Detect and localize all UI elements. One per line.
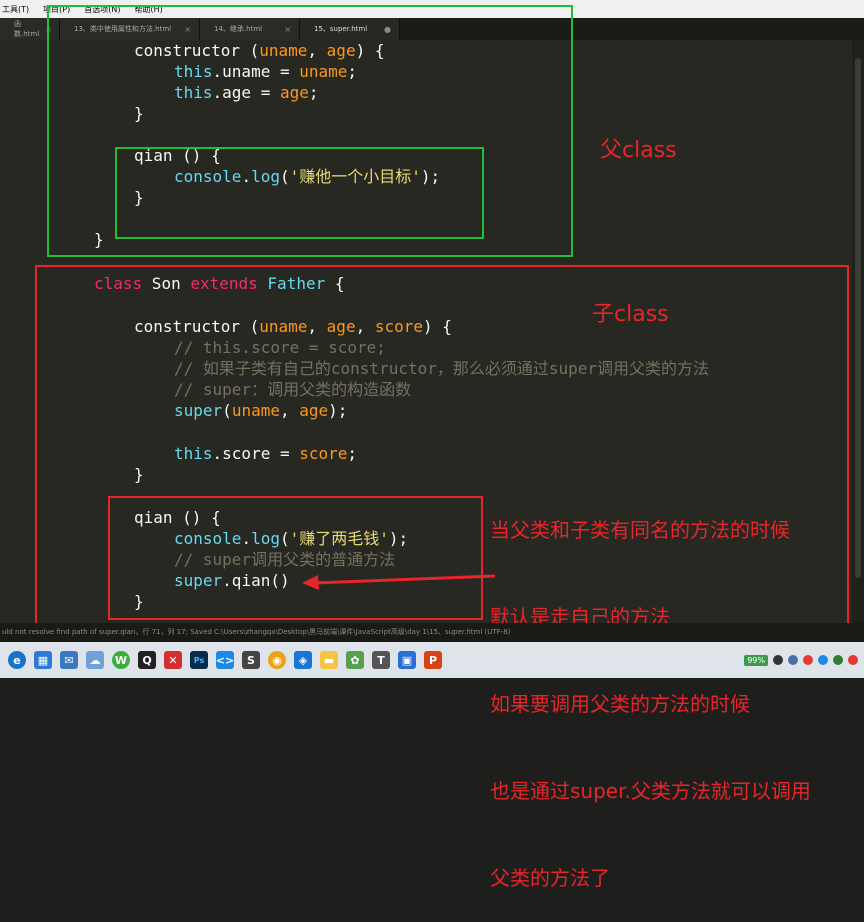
code-line: qian () {: [134, 146, 221, 165]
code-comment: // 如果子类有自己的constructor，那么必须通过super调用父类的方…: [174, 359, 710, 378]
tab-label: 13、类中使用属性和方法.html: [74, 25, 172, 33]
mail-icon[interactable]: ✉: [60, 651, 78, 669]
code-comment: // super：调用父类的构造函数: [174, 380, 412, 399]
antivirus-icon[interactable]: [803, 655, 813, 665]
tab-label: 15、super.html: [314, 25, 368, 33]
photoshop-icon[interactable]: Ps: [190, 651, 208, 669]
explanation-line: 父类的方法了: [490, 866, 610, 890]
code-line: constructor (uname, age, score) {: [134, 317, 452, 336]
system-tray: 99%: [744, 642, 858, 678]
menu-project[interactable]: 项目(P): [43, 4, 70, 15]
tab-class-methods[interactable]: 13、类中使用属性和方法.html ×: [60, 18, 200, 40]
explanation-line: 如果要调用父类的方法的时候: [490, 692, 750, 716]
folder-icon[interactable]: ▬: [320, 651, 338, 669]
code-line: this.uname = uname;: [174, 62, 358, 81]
menu-preferences[interactable]: 首选项(N): [84, 4, 120, 15]
settings-gear-icon[interactable]: ✿: [346, 651, 364, 669]
tab-super[interactable]: 15、super.html ●: [300, 18, 400, 40]
network-icon[interactable]: [788, 655, 798, 665]
taskbar: e ▦ ✉ ☁ W Q ✕ Ps <> S ◉ ◈ ▬ ✿ T ▣ P 99%: [0, 642, 864, 678]
code-line: class Son extends Father {: [94, 274, 345, 293]
menu-tools[interactable]: 工具(T): [2, 4, 29, 15]
cloud-icon[interactable]: ☁: [86, 651, 104, 669]
wechat-icon[interactable]: W: [112, 651, 130, 669]
code-line: this.age = age;: [174, 83, 319, 102]
status-bar: uld not resolve find path of super.qian，…: [0, 623, 864, 642]
wechat-tray-icon[interactable]: [833, 655, 843, 665]
qq-icon[interactable]: Q: [138, 651, 156, 669]
browser-icon[interactable]: ◈: [294, 651, 312, 669]
chrome-icon[interactable]: ◉: [268, 651, 286, 669]
code-line: }: [134, 104, 144, 123]
code-line: }: [94, 230, 104, 249]
menu-help[interactable]: 帮助(H): [134, 4, 162, 15]
start-grid-icon[interactable]: ▦: [34, 651, 52, 669]
tab-bar: 函数.html × 13、类中使用属性和方法.html × 14、继承.html…: [0, 18, 864, 40]
code-line: constructor (uname, age) {: [134, 41, 385, 60]
code-comment: // this.score = score;: [174, 338, 386, 357]
window-icon[interactable]: ▣: [398, 651, 416, 669]
code-line: console.log('赚他一个小目标');: [174, 167, 441, 186]
tab-functions[interactable]: 函数.html ×: [0, 18, 60, 40]
close-icon[interactable]: ×: [284, 25, 291, 34]
menu-bar: 工具(T) 项目(P) 首选项(N) 帮助(H): [0, 0, 864, 18]
bluetooth-icon[interactable]: [818, 655, 828, 665]
sublime-text-icon[interactable]: S: [242, 651, 260, 669]
edge-icon[interactable]: e: [8, 651, 26, 669]
tab-inheritance[interactable]: 14、继承.html ×: [200, 18, 300, 40]
xmind-icon[interactable]: ✕: [164, 651, 182, 669]
battery-indicator[interactable]: 99%: [744, 654, 768, 666]
code-line: console.log('赚了两毛钱');: [174, 529, 409, 548]
code-line: qian () {: [134, 508, 221, 527]
code-line: this.score = score;: [174, 444, 358, 463]
father-class-label: 父class: [600, 138, 677, 163]
notification-icon[interactable]: [848, 655, 858, 665]
code-line: }: [134, 188, 144, 207]
microphone-icon[interactable]: [773, 655, 783, 665]
code-comment: // super调用父类的普通方法: [174, 550, 396, 569]
tab-label: 14、继承.html: [214, 25, 263, 33]
son-class-label: 子class: [592, 302, 669, 327]
close-icon[interactable]: ×: [45, 25, 52, 34]
explanation-line: 当父类和子类有同名的方法的时候: [490, 518, 790, 542]
explanation-line: 也是通过super.父类方法就可以调用: [490, 779, 811, 803]
vscode-icon[interactable]: <>: [216, 651, 234, 669]
code-line: super(uname, age);: [174, 401, 348, 420]
code-line: }: [134, 465, 144, 484]
code-line: super.qian(): [174, 571, 290, 590]
code-line: }: [134, 592, 144, 611]
explanation-note: 当父类和子类有同名的方法的时候 默认是走自己的方法 如果要调用父类的方法的时候 …: [490, 458, 811, 922]
typora-icon[interactable]: T: [372, 651, 390, 669]
powerpoint-icon[interactable]: P: [424, 651, 442, 669]
close-icon[interactable]: ×: [184, 25, 191, 34]
modified-dot-icon[interactable]: ●: [384, 25, 391, 34]
scrollbar-thumb[interactable]: [855, 58, 861, 578]
tab-label: 函数.html: [14, 20, 40, 38]
